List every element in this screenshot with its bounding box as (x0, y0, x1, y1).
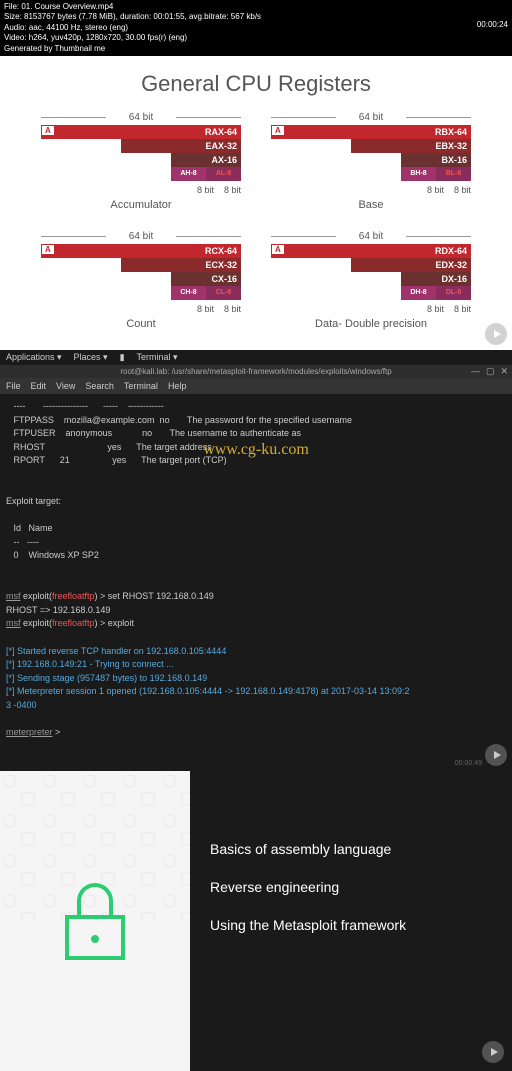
play-icon[interactable] (485, 323, 507, 345)
play-icon[interactable] (482, 1041, 504, 1063)
log-line: [*] Started reverse TCP handler on 192.1… (6, 646, 226, 656)
menu-applications[interactable]: Applications ▾ (6, 352, 62, 363)
register-bars: ARBX-64EBX-32BX-16BH-8BL-8 (271, 125, 471, 183)
log-line: [*] Meterpreter session 1 opened (192.16… (6, 686, 410, 696)
register-name: Base (271, 199, 471, 211)
reg-8l: DL-8 (436, 286, 471, 300)
terminal-menubar: File Edit View Search Terminal Help (0, 378, 512, 394)
file-metadata: File: 01. Course Overview.mp4 Size: 8153… (0, 0, 512, 56)
meta-audio: Audio: aac, 44100 Hz, stereo (eng) (4, 23, 508, 33)
meta-size: Size: 8153767 bytes (7.78 MiB), duration… (4, 12, 508, 22)
bit-width-label: 64 bit (41, 112, 241, 123)
topic-line: Basics of assembly language (210, 841, 492, 857)
menu-terminal-item[interactable]: Terminal (124, 381, 158, 391)
topics-list: Basics of assembly language Reverse engi… (190, 771, 512, 1071)
reg-32: ECX-32 (121, 258, 241, 272)
window-title: root@kali.lab: /usr/share/metasploit-fra… (120, 367, 391, 376)
register-block: 64 bit ARAX-64EAX-32AX-16AH-8AL-8 8 bit8 b… (41, 112, 241, 211)
bit-width-label: 64 bit (271, 112, 471, 123)
menu-view[interactable]: View (56, 381, 75, 391)
reg-64: ARDX-64 (271, 244, 471, 258)
meta-gen: Generated by Thumbnail me (4, 44, 508, 54)
watermark: www.cg-ku.com (203, 439, 309, 461)
opt-row: FTPUSER anonymous no The username to aut… (6, 428, 301, 438)
register-name: Accumulator (41, 199, 241, 211)
register-name: Data- Double precision (271, 318, 471, 330)
reg-16: AX-16 (171, 153, 241, 167)
reg-8h: DH-8 (401, 286, 436, 300)
slide1-title: General CPU Registers (20, 71, 492, 97)
prompt-line: msf exploit(freefloatftp) > exploit (6, 618, 134, 628)
reg-8h: CH-8 (171, 286, 206, 300)
reg-8l: CL-8 (206, 286, 241, 300)
reg-16: DX-16 (401, 272, 471, 286)
reg-8h: BH-8 (401, 167, 436, 181)
register-bars: ARAX-64EAX-32AX-16AH-8AL-8 (41, 125, 241, 183)
register-bars: ARCX-64ECX-32CX-16CH-8CL-8 (41, 244, 241, 302)
lock-panel (0, 771, 190, 1071)
menu-file[interactable]: File (6, 381, 21, 391)
reg-64: ARBX-64 (271, 125, 471, 139)
menu-places[interactable]: Places ▾ (74, 352, 108, 363)
menu-terminal[interactable]: Terminal ▾ (137, 352, 178, 363)
reg-8l: BL-8 (436, 167, 471, 181)
bit-labels: 8 bit8 bit (41, 304, 241, 314)
reg-8h: AH-8 (171, 167, 206, 181)
menu-edit[interactable]: Edit (31, 381, 47, 391)
bit-labels: 8 bit8 bit (271, 185, 471, 195)
register-block: 64 bit ARBX-64EBX-32BX-16BH-8BL-8 8 bit8 b… (271, 112, 471, 211)
bit-width-label: 64 bit (41, 231, 241, 242)
prompt-line: msf exploit(freefloatftp) > set RHOST 19… (6, 591, 214, 601)
meta-video: Video: h264, yuv420p, 1280x720, 30.00 fp… (4, 33, 508, 43)
meterpreter-prompt: meterpreter > (6, 727, 60, 737)
timestamp-1: 00:00:24 (477, 20, 508, 30)
timestamp-2: 00:00:49 (455, 759, 482, 769)
reg-32: EBX-32 (351, 139, 471, 153)
terminal-icon: ▮ (120, 352, 125, 363)
register-block: 64 bit ARCX-64ECX-32CX-16CH-8CL-8 8 bit8 b… (41, 231, 241, 330)
target-row: 0 Windows XP SP2 (6, 550, 99, 560)
log-line: [*] 192.168.0.149:21 - Trying to connect… (6, 659, 174, 669)
minimize-icon[interactable]: — (471, 366, 480, 377)
reg-8l: AL-8 (206, 167, 241, 181)
gnome-topbar[interactable]: Applications ▾ Places ▾ ▮ Terminal ▾ (0, 350, 512, 365)
reg-16: CX-16 (171, 272, 241, 286)
reg-16: BX-16 (401, 153, 471, 167)
menu-search[interactable]: Search (85, 381, 114, 391)
output-line: RHOST => 192.168.0.149 (6, 605, 110, 615)
register-block: 64 bit ARDX-64EDX-32DX-16DH-8DL-8 8 bit8 b… (271, 231, 471, 330)
target-dash: -- ---- (6, 537, 39, 547)
reg-32: EDX-32 (351, 258, 471, 272)
reg-64: ARAX-64 (41, 125, 241, 139)
slide-registers: General CPU Registers 64 bit ARAX-64EAX-3… (0, 56, 512, 350)
target-header: Id Name (6, 523, 53, 533)
terminal-output[interactable]: www.cg-ku.com ---- --------------- -----… (0, 394, 512, 771)
opt-row: RPORT 21 yes The target port (TCP) (6, 455, 227, 465)
exploit-target-header: Exploit target: (6, 496, 61, 506)
maximize-icon[interactable]: ▢ (486, 366, 495, 377)
window-titlebar: root@kali.lab: /usr/share/metasploit-fra… (0, 365, 512, 378)
log-line: 3 -0400 (6, 700, 37, 710)
opt-row: FTPPASS mozilla@example.com no The passw… (6, 415, 352, 425)
menu-help[interactable]: Help (168, 381, 187, 391)
bit-labels: 8 bit8 bit (41, 185, 241, 195)
slide-topics: Basics of assembly language Reverse engi… (0, 771, 512, 1071)
meta-file: File: 01. Course Overview.mp4 (4, 2, 508, 12)
register-name: Count (41, 318, 241, 330)
register-bars: ARDX-64EDX-32DX-16DH-8DL-8 (271, 244, 471, 302)
registers-grid: 64 bit ARAX-64EAX-32AX-16AH-8AL-8 8 bit8 b… (20, 112, 492, 330)
opt-row: RHOST yes The target address (6, 442, 212, 452)
topic-line: Using the Metasploit framework (210, 917, 492, 933)
topic-line: Reverse engineering (210, 879, 492, 895)
lock-icon (65, 883, 125, 958)
play-icon[interactable] (485, 744, 507, 766)
log-line: [*] Sending stage (957487 bytes) to 192.… (6, 673, 207, 683)
opt-row: ---- --------------- ----- ------------ (6, 401, 164, 411)
reg-64: ARCX-64 (41, 244, 241, 258)
close-icon[interactable]: ✕ (500, 366, 508, 377)
bit-labels: 8 bit8 bit (271, 304, 471, 314)
reg-32: EAX-32 (121, 139, 241, 153)
bit-width-label: 64 bit (271, 231, 471, 242)
